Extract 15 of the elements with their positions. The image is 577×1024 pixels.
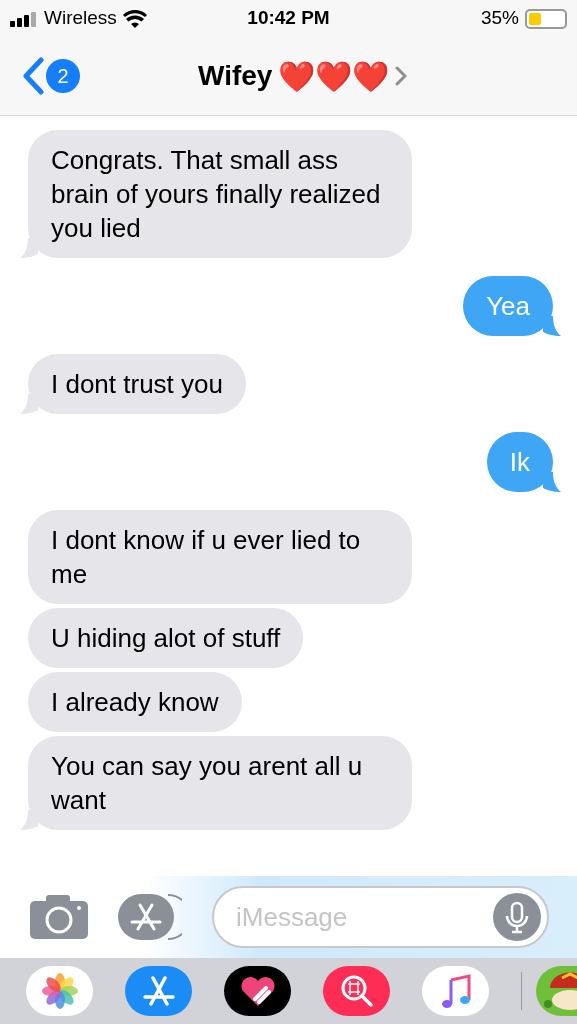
message-bubble: I already know bbox=[28, 672, 242, 732]
message-bubble: Congrats. That small ass brain of yours finally realized you lied bbox=[28, 130, 412, 258]
message-bubble: I dont know if u ever lied to me bbox=[28, 510, 412, 604]
clock-time: 10:42 PM bbox=[246, 6, 331, 31]
unread-badge: 2 bbox=[46, 59, 80, 93]
message-input[interactable]: iMessage bbox=[212, 886, 549, 948]
message-bubble: You can say you arent all u want bbox=[28, 736, 412, 830]
message-bubble: Ik bbox=[486, 432, 553, 492]
contact-title[interactable]: Wifey ❤❤❤ bbox=[198, 53, 408, 99]
message-bubble: Yea bbox=[463, 276, 553, 336]
message-bubble: I dont trust you bbox=[28, 354, 246, 414]
battery-percent: 35% bbox=[480, 6, 519, 31]
back-button[interactable]: 2 bbox=[22, 57, 80, 95]
carrier-label: Wireless bbox=[44, 6, 117, 31]
message-bubble: U hiding alot of stuff bbox=[28, 608, 304, 668]
